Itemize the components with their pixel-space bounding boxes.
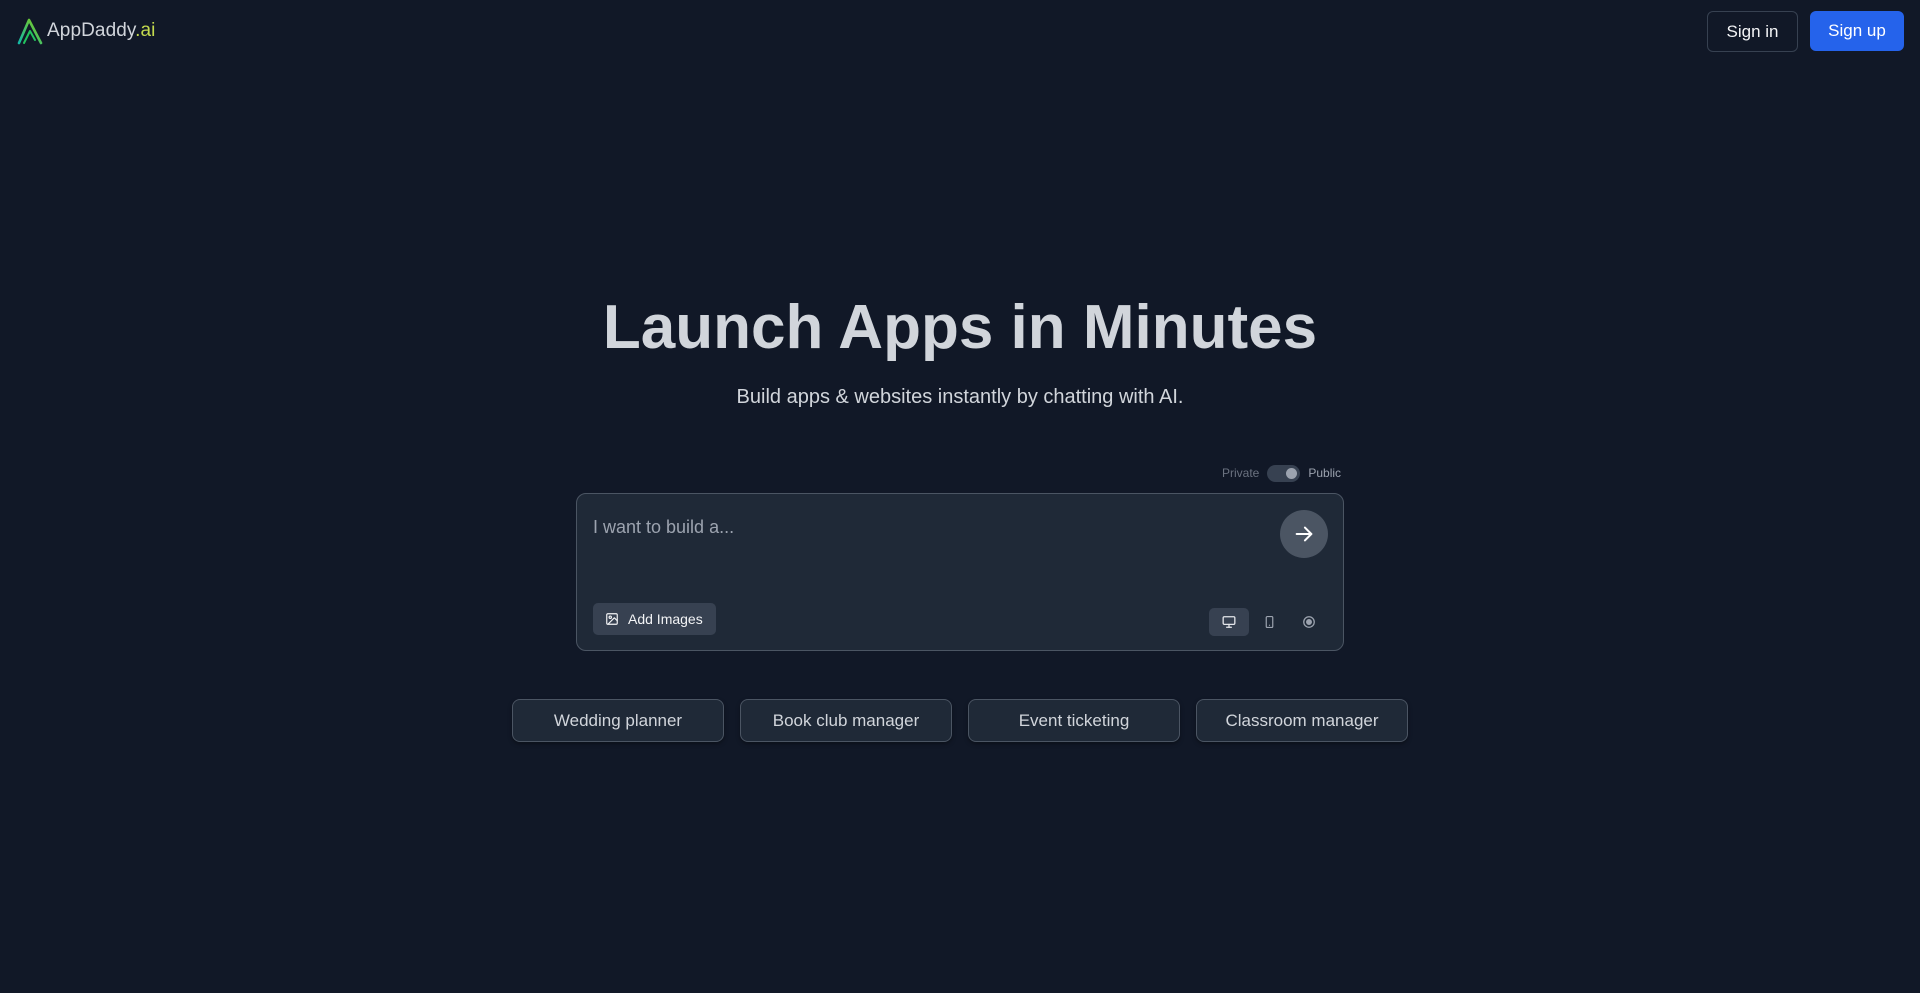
desktop-mode-button[interactable]	[1209, 608, 1249, 636]
sign-up-button[interactable]: Sign up	[1810, 11, 1904, 51]
arrow-right-icon	[1295, 526, 1313, 542]
suggestion-chip[interactable]: Classroom manager	[1196, 699, 1408, 742]
public-label: Public	[1308, 466, 1342, 480]
record-icon	[1303, 616, 1315, 628]
app-logo[interactable]: AppDaddy.ai	[17, 17, 156, 45]
logo-tld: .ai	[135, 20, 156, 41]
sign-in-button[interactable]: Sign in	[1707, 11, 1798, 52]
visibility-toggle[interactable]	[1267, 464, 1301, 482]
mobile-mode-button[interactable]	[1249, 608, 1289, 636]
suggestion-chips: Wedding planner Book club manager Event …	[512, 699, 1408, 742]
top-bar: AppDaddy.ai Sign in Sign up	[0, 0, 1920, 62]
add-images-button[interactable]: Add Images	[593, 603, 716, 635]
suggestion-chip[interactable]: Wedding planner	[512, 699, 724, 742]
appdaddy-logo-icon	[17, 18, 43, 45]
send-button[interactable]	[1280, 510, 1328, 558]
toggle-knob	[1286, 467, 1298, 479]
private-label: Private	[1222, 466, 1260, 480]
add-images-label: Add Images	[628, 611, 703, 627]
mobile-icon	[1265, 615, 1273, 629]
record-mode-button[interactable]	[1289, 608, 1329, 636]
suggestion-chip[interactable]: Book club manager	[740, 699, 952, 742]
image-icon	[606, 613, 618, 625]
suggestion-chip[interactable]: Event ticketing	[968, 699, 1180, 742]
visibility-switch: Private Public	[1222, 463, 1341, 483]
prompt-box: Add Images	[576, 493, 1344, 651]
prompt-input[interactable]	[593, 512, 1273, 542]
device-mode-selector	[1209, 608, 1329, 636]
hero-title: Launch Apps in Minutes	[602, 293, 1318, 362]
hero-subtitle: Build apps & websites instantly by chatt…	[736, 386, 1184, 408]
desktop-icon	[1222, 616, 1236, 628]
logo-text: AppDaddy.ai	[47, 20, 156, 42]
logo-name: AppDaddy	[47, 20, 136, 41]
